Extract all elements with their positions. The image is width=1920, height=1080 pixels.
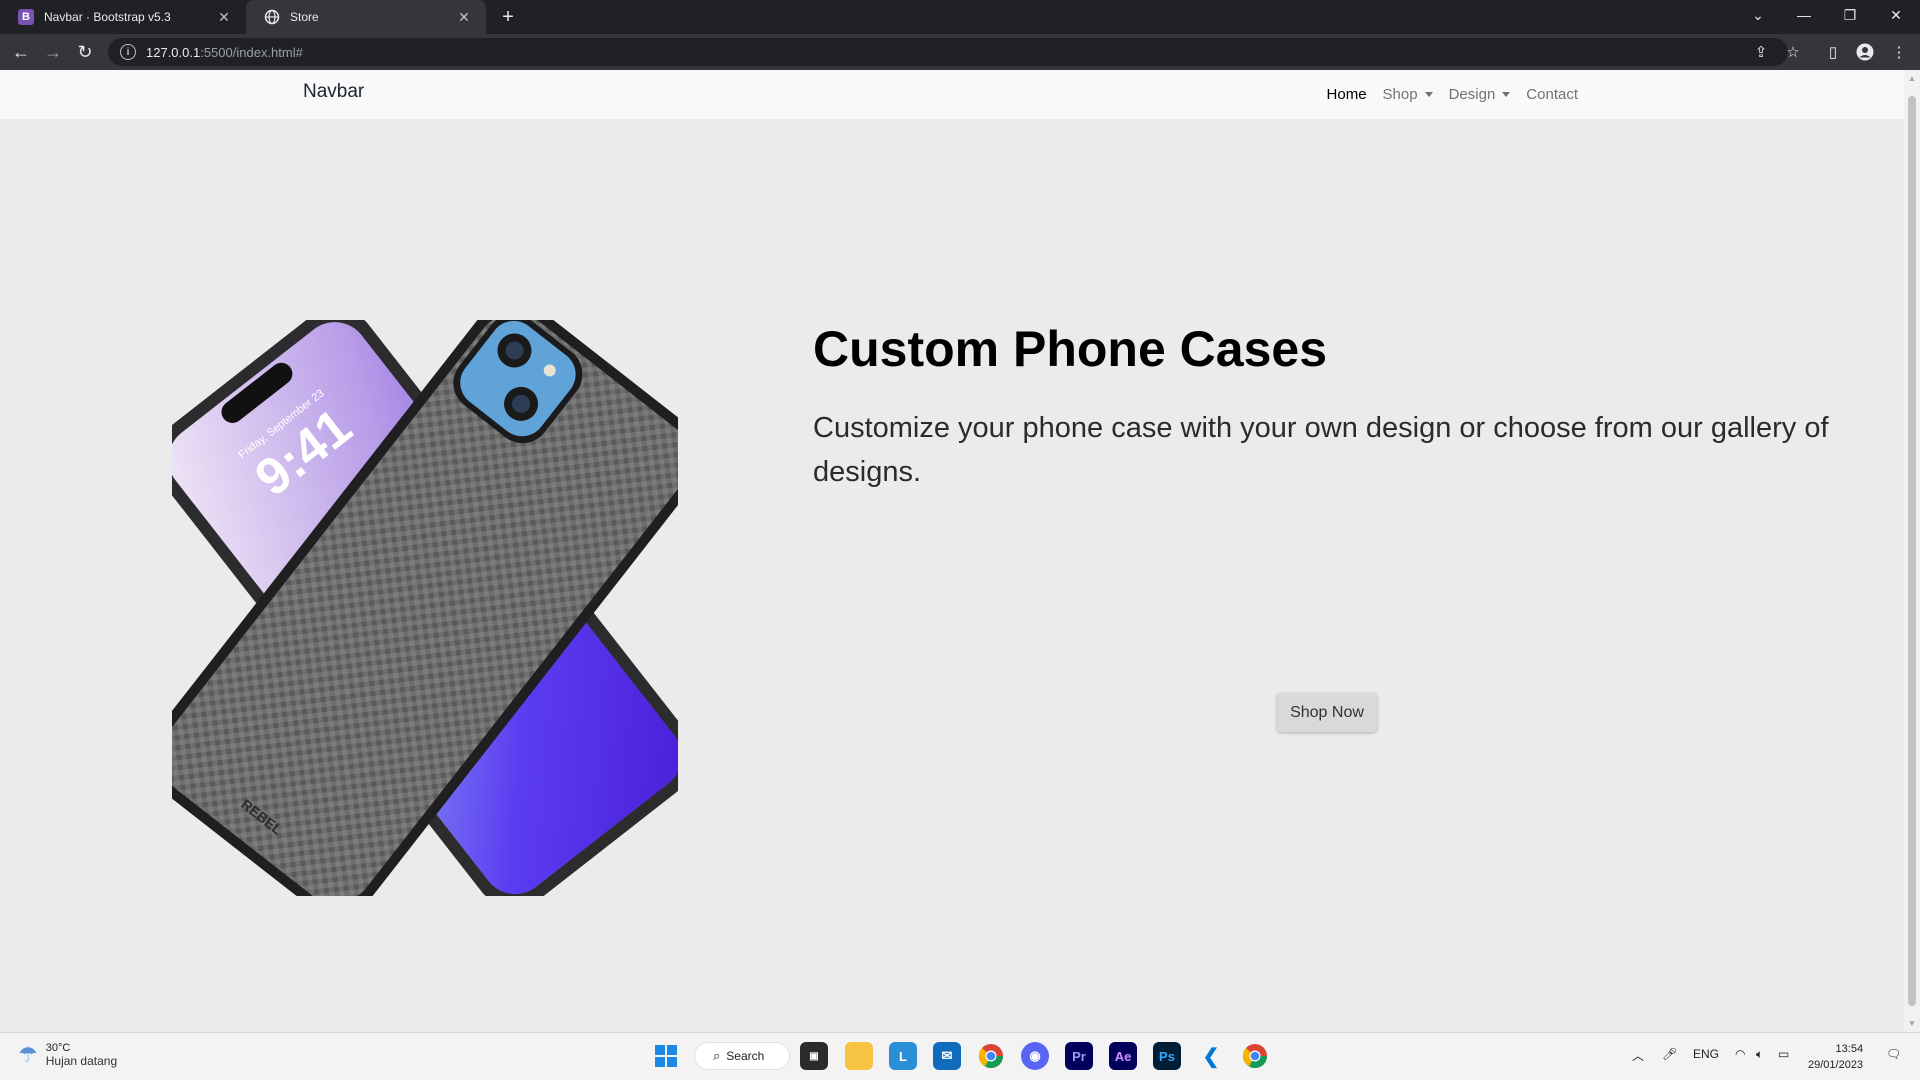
clock-date: 29/01/2023 — [1808, 1059, 1864, 1071]
phone-case-image: 9:41 Friday, September 23 REBEL — [172, 320, 678, 896]
close-icon[interactable]: ✕ — [456, 9, 472, 26]
scroll-down-arrow-icon[interactable]: ▼ — [1904, 1019, 1920, 1028]
side-panel-icon[interactable]: ▯ — [1823, 42, 1843, 62]
hero-subtitle: Customize your phone case with your own … — [813, 412, 1829, 488]
taskbar-search[interactable]: ⌕ Search — [694, 1042, 790, 1070]
battery-icon[interactable]: ▭ — [1778, 1047, 1789, 1061]
vscode-icon[interactable]: ❮ — [1197, 1042, 1225, 1070]
weather-desc: Hujan datang — [45, 1054, 118, 1068]
tab-store[interactable]: Store ✕ — [246, 0, 486, 34]
nav-link-home[interactable]: Home — [1319, 86, 1375, 103]
nav-dropdown-shop[interactable]: Shop — [1375, 86, 1441, 103]
caret-down-icon — [1502, 92, 1511, 97]
bootstrap-icon: B — [18, 9, 34, 25]
weather-temp: 30°C — [45, 1042, 71, 1054]
weather-widget[interactable]: ☂ 30°C Hujan datang — [18, 1042, 117, 1068]
search-label: Search — [726, 1049, 765, 1063]
search-icon: ⌕ — [713, 1048, 721, 1063]
url-host: 127.0.0.1 — [146, 44, 201, 60]
page-viewport: Navbar Home Shop Design Contact 9:41 Fri… — [0, 70, 1904, 1032]
site-navbar: Navbar Home Shop Design Contact — [0, 70, 1904, 119]
after-effects-icon[interactable]: Ae — [1109, 1042, 1137, 1070]
minimize-button[interactable]: — — [1781, 0, 1827, 30]
address-bar: ← → ↻ i 127.0.0.1:5500/index.html# ⇪ ☆ ▯… — [0, 34, 1920, 70]
site-info-icon[interactable]: i — [120, 44, 136, 60]
photoshop-icon[interactable]: Ps — [1153, 1042, 1181, 1070]
mail-icon[interactable]: ✉ — [933, 1042, 961, 1070]
back-icon[interactable]: ← — [10, 41, 32, 63]
language-indicator[interactable]: ENG — [1693, 1047, 1719, 1061]
close-icon[interactable]: ✕ — [216, 9, 232, 26]
task-view-icon[interactable]: ▣ — [800, 1042, 828, 1070]
profile-icon[interactable] — [1855, 42, 1875, 62]
url-field[interactable]: i 127.0.0.1:5500/index.html# — [108, 38, 1788, 66]
nav-links: Home Shop Design Contact — [1319, 70, 1586, 119]
clock-time: 13:54 — [1835, 1043, 1864, 1055]
files-folder-icon[interactable] — [845, 1042, 873, 1070]
nav-dropdown-design[interactable]: Design — [1441, 86, 1519, 103]
discord-icon[interactable]: ◉ — [1021, 1042, 1049, 1070]
share-icon[interactable]: ⇪ — [1751, 42, 1771, 62]
menu-kebab-icon[interactable]: ⋮ — [1889, 42, 1909, 62]
nav-link-contact[interactable]: Contact — [1518, 86, 1586, 103]
page-scrollbar[interactable]: ▲ ▼ — [1904, 70, 1920, 1032]
windows-taskbar: ☂ 30°C Hujan datang ⌕ Search ▣ L ✉ ◉ Pr … — [0, 1032, 1920, 1080]
premiere-pro-icon[interactable]: Pr — [1065, 1042, 1093, 1070]
browser-tab-strip: B Navbar · Bootstrap v5.3 ✕ Store ✕ + ⌄ … — [0, 0, 1920, 34]
tab-search-icon[interactable]: ⌄ — [1735, 0, 1781, 30]
windows-start-icon[interactable] — [652, 1042, 680, 1070]
rain-cloud-icon: ☂ — [18, 1042, 38, 1067]
system-clock[interactable]: 13:54 29/01/2023 — [1808, 1041, 1863, 1073]
navbar-brand[interactable]: Navbar — [303, 81, 364, 103]
volume-icon[interactable]: 🔈︎ — [1756, 1047, 1763, 1062]
chrome-profile-icon[interactable] — [1241, 1042, 1269, 1070]
chrome-icon[interactable] — [977, 1042, 1005, 1070]
hero-title: Custom Phone Cases — [813, 321, 1328, 377]
reload-icon[interactable]: ↻ — [74, 41, 96, 63]
notification-icon[interactable]: 🗨︎ — [1886, 1047, 1901, 1061]
tab-title: Store — [290, 10, 319, 24]
globe-icon — [264, 9, 280, 25]
caret-down-icon — [1424, 92, 1433, 97]
restore-button[interactable]: ❐ — [1827, 0, 1873, 30]
forward-icon[interactable]: → — [42, 41, 64, 63]
url-path: :5500/index.html# — [200, 44, 303, 60]
scroll-up-arrow-icon[interactable]: ▲ — [1904, 74, 1920, 83]
close-window-button[interactable]: ✕ — [1873, 0, 1919, 30]
tab-title: Navbar · Bootstrap v5.3 — [44, 10, 171, 24]
new-tab-button[interactable]: + — [496, 6, 520, 28]
chevron-up-icon[interactable]: ︿ — [1632, 1047, 1644, 1064]
bookmark-star-icon[interactable]: ☆ — [1783, 42, 1803, 62]
microphone-icon[interactable]: 🎤︎ — [1662, 1047, 1677, 1061]
scrollbar-thumb[interactable] — [1908, 96, 1916, 1006]
l-app-icon[interactable]: L — [889, 1042, 917, 1070]
wifi-icon[interactable]: ◠ — [1735, 1047, 1745, 1061]
tab-bootstrap[interactable]: B Navbar · Bootstrap v5.3 ✕ — [0, 0, 246, 34]
shop-now-button[interactable]: Shop Now — [1277, 693, 1377, 732]
